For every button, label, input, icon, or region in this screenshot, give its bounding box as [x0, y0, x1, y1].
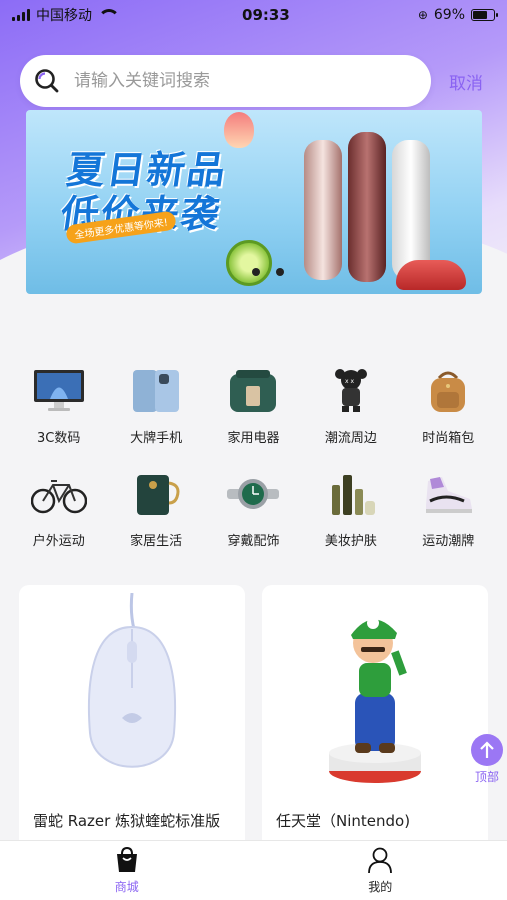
- carrier-label: 中国移动: [36, 8, 92, 24]
- category-cosmetics[interactable]: 美妆护肤: [302, 468, 399, 549]
- sneaker-icon: [420, 468, 476, 520]
- category-label: 穿戴配饰: [227, 534, 280, 549]
- bicycle-icon: [30, 468, 87, 520]
- food-decoration: [396, 260, 466, 290]
- search-input[interactable]: [74, 71, 374, 91]
- category-home[interactable]: 家居生活: [107, 468, 204, 549]
- battery-percent: 69%: [433, 7, 465, 23]
- bottom-tab-bar: 商城 我的: [0, 840, 507, 900]
- status-bar: 中国移动 09:33 ⊕ 69%: [0, 0, 507, 30]
- category-label: 美妆护肤: [324, 534, 377, 549]
- banner-title-line1: 夏日新品: [64, 148, 231, 192]
- battery-icon: [471, 9, 498, 21]
- tab-mine[interactable]: 我的: [254, 841, 507, 900]
- cancel-button[interactable]: 取消: [449, 69, 483, 94]
- tab-label: 我的: [368, 880, 393, 894]
- product-title: 任天堂（Nintendo): [276, 812, 411, 830]
- category-bags[interactable]: 时尚箱包: [400, 365, 497, 446]
- air-conditioner-image: [304, 140, 342, 280]
- balloon-decoration: [224, 112, 254, 148]
- appliance-icon: [225, 365, 281, 417]
- user-icon: [368, 847, 393, 874]
- product-image-mouse: [19, 585, 245, 800]
- status-bar-left: 中国移动: [12, 5, 120, 25]
- category-grid: 3C数码 大牌手机 家用电器 x x 潮流周边 时尚箱包 户外运动 家居生活 穿…: [10, 365, 497, 549]
- air-conditioner-image: [348, 132, 386, 282]
- category-label: 运动潮牌: [422, 534, 475, 549]
- product-image-luigi: [262, 585, 488, 800]
- category-trendy[interactable]: x x 潮流周边: [302, 365, 399, 446]
- category-label: 大牌手机: [130, 431, 183, 446]
- phone-icon: [128, 365, 184, 417]
- air-conditioner-image: [392, 140, 430, 280]
- search-row: 取消: [20, 55, 495, 107]
- back-to-top-label: 顶部: [474, 770, 499, 784]
- search-icon: [35, 69, 59, 93]
- category-outdoor[interactable]: 户外运动: [10, 468, 107, 549]
- search-box[interactable]: [20, 55, 431, 107]
- status-time: 09:33: [242, 6, 290, 24]
- mug-icon: [128, 468, 184, 520]
- category-wearables[interactable]: 穿戴配饰: [205, 468, 302, 549]
- status-bar-right: ⊕ 69%: [417, 7, 498, 23]
- category-label: 家居生活: [130, 534, 183, 549]
- category-label: 户外运动: [32, 534, 85, 549]
- tab-label: 商城: [114, 880, 139, 894]
- banner-dot[interactable]: [252, 268, 260, 276]
- tab-mall[interactable]: 商城: [0, 841, 254, 900]
- signal-icon: [12, 9, 30, 21]
- category-label: 潮流周边: [324, 431, 377, 446]
- banner-dot[interactable]: [276, 268, 284, 276]
- category-label: 时尚箱包: [422, 431, 475, 446]
- orientation-lock-icon: ⊕: [417, 8, 428, 22]
- cosmetics-icon: [323, 468, 379, 520]
- computer-icon: [31, 365, 87, 417]
- category-sportswear[interactable]: 运动潮牌: [400, 468, 497, 549]
- category-label: 家用电器: [227, 431, 280, 446]
- category-phones[interactable]: 大牌手机: [107, 365, 204, 446]
- figure-icon: x x: [323, 365, 379, 417]
- product-card[interactable]: 任天堂（Nintendo): [262, 585, 488, 860]
- back-to-top-button[interactable]: 顶部: [471, 734, 503, 785]
- promo-banner[interactable]: 夏日新品 低价来袭 全场更多优惠等你来!: [26, 110, 482, 294]
- banner-pagination: [252, 268, 284, 276]
- category-label: 3C数码: [37, 431, 81, 446]
- shopping-bag-icon: [116, 846, 137, 872]
- category-3c[interactable]: 3C数码: [10, 365, 107, 446]
- category-appliances[interactable]: 家用电器: [205, 365, 302, 446]
- product-card[interactable]: 雷蛇 Razer 炼狱蝰蛇标准版: [19, 585, 245, 860]
- wifi-icon: [98, 9, 120, 21]
- arrow-up-icon: [471, 734, 503, 766]
- watch-icon: [225, 468, 281, 520]
- svg-text:x x: x x: [345, 378, 354, 385]
- product-title: 雷蛇 Razer 炼狱蝰蛇标准版: [33, 812, 221, 830]
- backpack-icon: [420, 365, 476, 417]
- lime-decoration: [226, 240, 272, 286]
